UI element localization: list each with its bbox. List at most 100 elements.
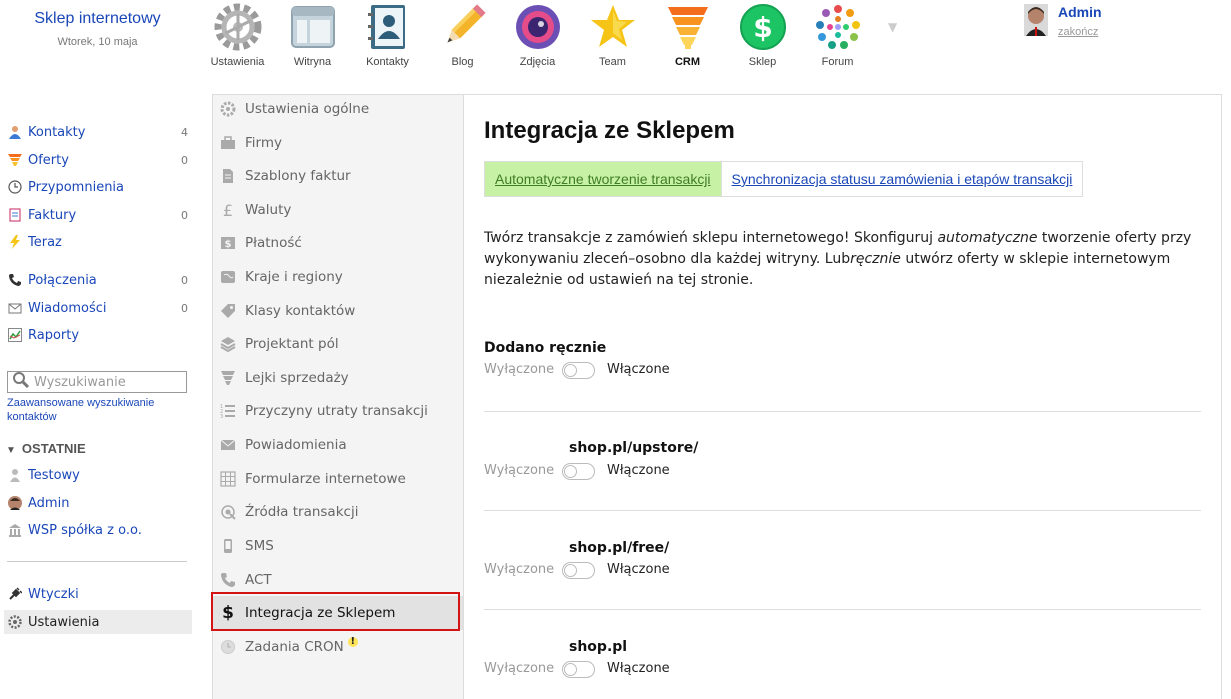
source-icon [219,503,237,521]
warning-badge: ! [347,637,358,647]
app-zdjecia[interactable]: Zdjęcia [500,0,575,70]
recent-item-wsp[interactable]: WSP spółka z o.o. [4,518,192,542]
intro-text-part: Twórz transakcje z zamówień sklepu inter… [484,230,938,246]
app-label: Forum [821,56,854,68]
recent-section-header[interactable]: ▼ OSTATNIE [6,441,86,456]
advanced-search-link[interactable]: Zaawansowane wyszukiwanie kontaktów [7,396,187,424]
sidebar-item-label: Przypomnienia [28,179,125,195]
settings-item-label: Powiadomienia [245,437,347,453]
settings-item-platnosc[interactable]: $ Płatność [213,226,463,260]
contact-icon [8,125,22,139]
current-date: Wtorek, 10 maja [57,36,138,48]
collapse-triangle-icon: ▼ [6,445,16,456]
app-sklep[interactable]: $ Sklep [725,0,800,70]
recent-header-label: OSTATNIE [21,441,86,456]
sidebar-item-count: 0 [181,153,188,167]
settings-item-label: Firmy [245,135,282,151]
toggle-knob [564,663,577,676]
settings-item-powiadomienia[interactable]: Powiadomienia [213,428,463,462]
settings-item-integracja[interactable]: $ Integracja ze Sklepem [213,596,463,630]
search-field[interactable] [7,371,187,393]
recent-item-testowy[interactable]: Testowy [4,463,192,487]
settings-item-zadania-cron[interactable]: Zadania CRON ! [213,630,463,664]
app-team[interactable]: Team [575,0,650,70]
sidebar-item-count: 0 [181,273,188,287]
toggle-on-label: Włączone [607,661,670,676]
settings-item-przyczyny[interactable]: 123 Przyczyny utraty transakcji [213,394,463,428]
recent-item-label: Testowy [28,467,80,483]
sidebar-item-kontakty[interactable]: Kontakty 4 [4,120,192,144]
settings-item-label: Integracja ze Sklepem [245,605,396,621]
tab-automatic-transactions[interactable]: Automatyczne tworzenie transakcji [485,162,722,196]
toggle-switch[interactable] [562,562,595,579]
sidebar-item-teraz[interactable]: Teraz [4,230,192,254]
settings-item-firmy[interactable]: Firmy [213,126,463,160]
logout-link[interactable]: zakończ [1058,26,1098,38]
toggle-switch[interactable] [562,362,595,379]
section-divider [484,411,1201,412]
settings-item-klasy-kontaktow[interactable]: Klasy kontaktów [213,294,463,328]
phone-icon [8,273,22,287]
settings-item-waluty[interactable]: £ Waluty [213,193,463,227]
sidebar-item-label: Wtyczki [28,586,79,602]
settings-item-label: Źródła transakcji [245,504,359,520]
settings-item-szablony-faktur[interactable]: Szablony faktur [213,159,463,193]
app-label: Blog [451,56,474,68]
settings-menu: Ustawienia ogólne Firmy Szablony faktur … [212,94,464,699]
app-blog[interactable]: Blog [425,0,500,70]
toggle-on-label: Włączone [607,362,670,377]
settings-item-sms[interactable]: SMS [213,529,463,563]
app-witryna[interactable]: Witryna [275,0,350,70]
search-icon [12,372,30,392]
settings-item-label: Przyczyny utraty transakcji [245,403,428,419]
briefcase-icon [219,134,237,152]
phone-icon [219,571,237,589]
recent-item-admin[interactable]: Admin [4,491,192,515]
app-label: Kontakty [366,56,409,68]
toggle-off-label: Wyłączone [484,562,555,577]
sidebar-item-wtyczki[interactable]: Wtyczki [4,582,192,606]
main-content: Integracja ze Sklepem Automatyczne tworz… [464,94,1222,699]
intro-text-emphasis: ręcznie [850,251,901,267]
settings-item-zrodla[interactable]: Źródła transakcji [213,495,463,529]
settings-item-ustawienia-ogolne[interactable]: Ustawienia ogólne [213,92,463,126]
sidebar-item-wiadomosci[interactable]: Wiadomości 0 [4,296,192,320]
tab-status-sync[interactable]: Synchronizacja statusu zamówienia i etap… [721,162,1083,196]
settings-item-lejki[interactable]: Lejki sprzedaży [213,361,463,395]
grid-icon [219,470,237,488]
toggle-switch[interactable] [562,661,595,678]
gear-icon [213,2,263,52]
sidebar-item-raporty[interactable]: Raporty [4,323,192,347]
lightning-icon [8,235,22,249]
settings-item-act[interactable]: ACT [213,563,463,597]
sidebar-item-oferty[interactable]: Oferty 0 [4,148,192,172]
mobile-icon [219,537,237,555]
sidebar-item-ustawienia[interactable]: Ustawienia [4,610,192,634]
settings-item-projektant-pol[interactable]: Projektant pól [213,327,463,361]
sidebar-item-faktury[interactable]: Faktury 0 [4,203,192,227]
app-ustawienia[interactable]: Ustawienia [200,0,275,70]
search-input[interactable] [34,374,184,390]
toggle-title: shop.pl [569,639,628,655]
user-name[interactable]: Admin [1058,4,1102,20]
list-icon: 123 [219,402,237,420]
settings-item-formularze[interactable]: Formularze internetowe [213,462,463,496]
toggle-on-label: Włączone [607,562,670,577]
more-apps-chevron-icon[interactable]: ▼ [888,20,897,34]
svg-text:$: $ [225,239,232,250]
app-forum[interactable]: Forum [800,0,875,70]
settings-item-label: Płatność [245,235,302,251]
funnel-icon [8,153,22,167]
toggle-switch[interactable] [562,463,595,480]
sidebar-item-polaczenia[interactable]: Połączenia 0 [4,268,192,292]
app-crm[interactable]: CRM [650,0,725,70]
sidebar-item-count: 0 [181,301,188,315]
settings-item-kraje[interactable]: Kraje i regiony [213,260,463,294]
settings-item-label: Ustawienia ogólne [245,101,370,117]
app-kontakty[interactable]: Kontakty [350,0,425,70]
site-name[interactable]: Sklep internetowy [0,10,195,28]
sidebar-item-count: 0 [181,208,188,222]
avatar[interactable] [1024,4,1048,36]
dots-circle-icon [813,2,863,52]
sidebar-item-przypomnienia[interactable]: Przypomnienia [4,175,192,199]
